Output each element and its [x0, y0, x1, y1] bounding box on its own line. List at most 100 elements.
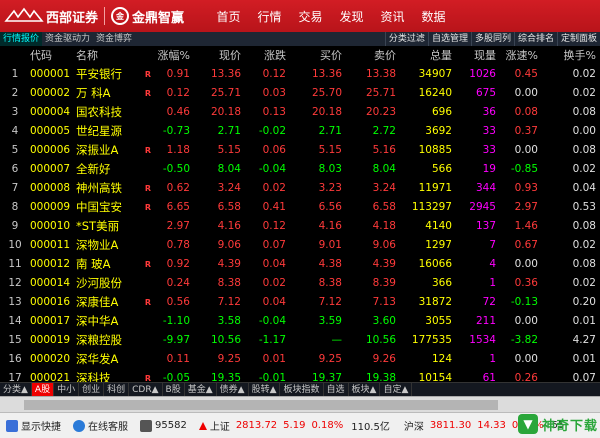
row-index: 2 — [11, 87, 19, 99]
col-turnover[interactable]: 换手% — [538, 46, 600, 65]
price: 6.58 — [217, 201, 241, 213]
change: 0.01 — [262, 353, 286, 365]
change: 0.07 — [262, 239, 286, 251]
col-code[interactable]: 代码 — [30, 46, 76, 65]
market-tab[interactable]: 板块指数 — [280, 382, 324, 397]
margin-mark — [140, 236, 156, 255]
price: 5.15 — [217, 144, 241, 156]
turnover: 0.02 — [572, 239, 596, 251]
price: 4.39 — [217, 258, 241, 270]
online-service-button[interactable]: 在线客服 — [67, 418, 134, 433]
col-chg-pct[interactable]: 涨幅% — [156, 46, 190, 65]
sz-index-value: 3811.30 — [429, 420, 472, 431]
multi-stock-button[interactable]: 多股同列 — [470, 32, 514, 46]
product-name: 金鼎智赢 — [132, 10, 185, 26]
market-tab[interactable]: A股 — [31, 382, 55, 397]
table-row[interactable]: 7 000008 神州高铁 R 0.62 3.24 0.02 3.23 3.24 11971 344… — [0, 179, 600, 198]
stock-code: 000020 — [30, 353, 71, 365]
nav-discover[interactable]: 发现 — [331, 8, 372, 25]
table-row[interactable]: 11 000012 南 玻A R 0.92 4.39 0.04 4.38 4.39 16066 4 0… — [0, 255, 600, 274]
table-row[interactable]: 9 000010 *ST美丽 2.97 4.16 0.12 4.16 4.18 4140 137 1… — [0, 217, 600, 236]
sz-index-change: 14.33 — [477, 420, 506, 431]
table-row[interactable]: 6 000007 全新好 -0.50 8.04 -0.04 8.03 8.04 566 19 -0.… — [0, 160, 600, 179]
stock-name: 世纪星源 — [76, 124, 122, 138]
price: 8.38 — [217, 277, 241, 289]
horizontal-scrollbar[interactable] — [0, 396, 600, 412]
table-row[interactable]: 4 000005 世纪星源 -0.73 2.71 -0.02 2.71 2.72 3692 33 0… — [0, 122, 600, 141]
col-name[interactable]: 名称 — [76, 46, 140, 65]
watermark: ▼ 神奇下载 — [517, 411, 598, 437]
nav-market[interactable]: 行情 — [249, 8, 290, 25]
current-volume: 211 — [475, 315, 496, 327]
table-row[interactable]: 13 000016 深康佳A R 0.56 7.12 0.04 7.12 7.13 31872 72… — [0, 293, 600, 312]
turnover: 0.08 — [572, 258, 596, 270]
market-tab[interactable]: 自选 — [324, 382, 349, 397]
col-change[interactable]: 涨跌 — [241, 46, 286, 65]
tab-capital-drive[interactable]: 资金驱动力 — [42, 32, 93, 46]
ranking-button[interactable]: 综合排名 — [513, 32, 557, 46]
current-volume: 1026 — [469, 68, 496, 80]
phone-icon — [140, 419, 152, 432]
hotline[interactable]: 95582 — [134, 419, 193, 432]
row-index: 16 — [8, 353, 22, 365]
stock-name: 深华发A — [76, 352, 119, 366]
change: 0.41 — [262, 201, 286, 213]
table-row[interactable]: 3 000004 国农科技 0.46 20.18 0.13 20.18 20.23 696 36 0… — [0, 103, 600, 122]
market-tab[interactable]: B股 — [163, 382, 185, 397]
col-ask[interactable]: 卖价 — [342, 46, 396, 65]
bid-price: 9.25 — [318, 353, 342, 365]
nav-home[interactable]: 首页 — [208, 8, 249, 25]
ask-price: 3.60 — [372, 315, 396, 327]
table-row[interactable]: 14 000017 深中华A -1.10 3.58 -0.04 3.59 3.60 3055 21… — [0, 312, 600, 331]
custom-panel-button[interactable]: 定制面板 — [556, 32, 600, 46]
table-row[interactable]: 16 000020 深华发A 0.11 9.25 0.01 9.25 9.26 124 1 0.00… — [0, 350, 600, 369]
table-row[interactable]: 15 000019 深粮控股 -9.97 10.56 -1.17 — 10.56 177535 1… — [0, 331, 600, 350]
col-cur-vol[interactable]: 现量 — [452, 46, 496, 65]
volume: 113297 — [411, 201, 452, 213]
col-volume[interactable]: 总量 — [396, 46, 452, 65]
table-row[interactable]: 10 000011 深物业A 0.78 9.06 0.07 9.01 9.06 1297 7 0.6… — [0, 236, 600, 255]
margin-mark — [140, 103, 156, 122]
market-tab[interactable]: 板块▲ — [349, 382, 381, 397]
chg-pct: 0.46 — [166, 106, 190, 118]
market-tab[interactable]: 股转▲ — [249, 382, 281, 397]
show-shortcut-button[interactable]: 显示快捷 — [0, 418, 67, 433]
table-row[interactable]: 12 000014 沙河股份 0.24 8.38 0.02 8.38 8.39 366 1 0.36… — [0, 274, 600, 293]
market-tab[interactable]: 中小 — [54, 382, 80, 397]
table-row[interactable]: 1 000001 平安银行 R 0.91 13.36 0.12 13.36 13.38 34907… — [0, 65, 600, 84]
stock-name: 深康佳A — [76, 295, 119, 309]
col-bid[interactable]: 买价 — [286, 46, 342, 65]
market-tab[interactable]: 自定▲ — [380, 382, 413, 397]
current-volume: 137 — [475, 220, 496, 232]
tab-quotes[interactable]: 行情报价 — [0, 32, 43, 46]
ask-price: 13.38 — [365, 68, 396, 80]
row-index: 12 — [8, 277, 22, 289]
margin-mark: R — [144, 184, 152, 193]
filter-button[interactable]: 分类过滤 — [384, 32, 428, 46]
col-speed[interactable]: 涨速% — [496, 46, 538, 65]
market-tab[interactable]: 分类▲ — [0, 382, 32, 397]
col-price[interactable]: 现价 — [190, 46, 241, 65]
brand-logo: 西部证券 金 金鼎智赢 — [0, 0, 184, 32]
table-row[interactable]: 8 000009 中国宝安 R 6.65 6.58 0.41 6.56 6.58 113297 29… — [0, 198, 600, 217]
turnover: 4.27 — [572, 334, 596, 346]
bid-price: 3.59 — [318, 315, 342, 327]
market-tab[interactable]: 科创 — [104, 382, 130, 397]
market-tab[interactable]: 债券▲ — [217, 382, 249, 397]
market-tab[interactable]: CDR▲ — [129, 382, 163, 397]
tab-capital-game[interactable]: 资金博弈 — [93, 32, 135, 46]
nav-news[interactable]: 资讯 — [372, 8, 413, 25]
nav-trade[interactable]: 交易 — [290, 8, 331, 25]
watchlist-manage-button[interactable]: 自选管理 — [427, 32, 471, 46]
nav-data[interactable]: 数据 — [413, 8, 454, 25]
change: -0.04 — [258, 315, 286, 327]
sh-index-ticker[interactable]: 上证 2813.72 5.19 0.18% 110.5亿 — [198, 418, 390, 433]
market-tab[interactable]: 基金▲ — [185, 382, 217, 397]
scrollbar-thumb[interactable] — [24, 400, 498, 410]
table-row[interactable]: 5 000006 深振业A R 1.18 5.15 0.06 5.15 5.16 10885 33 0… — [0, 141, 600, 160]
market-tab[interactable]: 创业 — [79, 382, 105, 397]
ask-price: 3.24 — [372, 182, 396, 194]
table-row[interactable]: 2 000002 万 科A R 0.12 25.71 0.03 25.70 25.71 16240… — [0, 84, 600, 103]
current-volume: 7 — [489, 239, 496, 251]
margin-mark — [140, 122, 156, 141]
